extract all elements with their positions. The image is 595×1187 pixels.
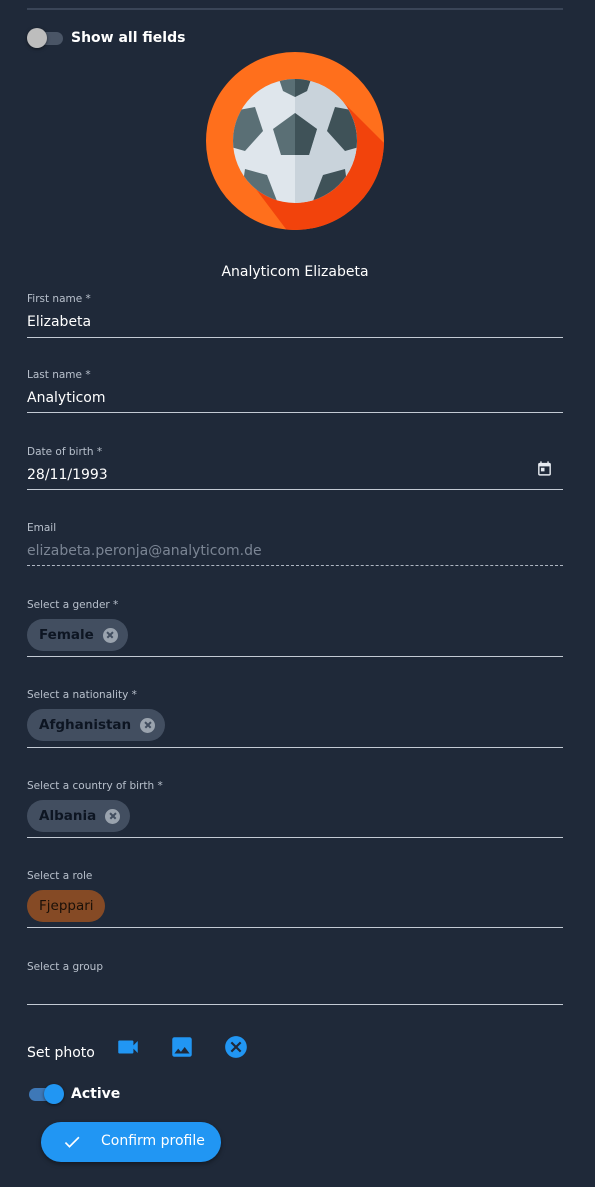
email-label: Email (27, 522, 57, 534)
date-of-birth-label: Date of birth * (27, 446, 103, 458)
last-name-label: Last name * (27, 369, 91, 381)
last-name-underline (27, 412, 563, 413)
email-field: Email elizabeta.peronja@analyticom.de (27, 522, 563, 568)
profile-display-name: Analyticom Elizabeta (221, 264, 369, 280)
role-chip[interactable]: Fjeppari (27, 890, 105, 922)
date-of-birth-underline (27, 489, 563, 490)
first-name-value[interactable]: Elizabeta (27, 314, 91, 330)
country-of-birth-chip[interactable]: Albania (27, 800, 131, 832)
active-toggle-row: Active (27, 1084, 120, 1104)
remove-chip-icon[interactable] (140, 717, 156, 733)
confirm-profile-button[interactable]: Confirm profile (41, 1122, 221, 1162)
clear-icon[interactable] (223, 1034, 249, 1060)
email-underline (27, 565, 563, 566)
gender-select[interactable]: Select a gender * Female (27, 599, 563, 659)
first-name-label: First name * (27, 293, 91, 305)
calendar-icon[interactable] (536, 460, 553, 477)
confirm-profile-label: Confirm profile (101, 1133, 205, 1149)
switch-thumb (27, 28, 47, 48)
role-select[interactable]: Select a role Fjeppari (27, 870, 563, 930)
top-divider (27, 8, 563, 10)
nationality-label: Select a nationality * (27, 689, 137, 701)
remove-chip-icon[interactable] (102, 627, 118, 643)
gender-chip-label: Female (39, 627, 94, 643)
nationality-chip[interactable]: Afghanistan (27, 709, 166, 741)
check-icon (64, 1136, 80, 1148)
show-all-fields-toggle-row: Show all fields (27, 28, 185, 48)
country-of-birth-select[interactable]: Select a country of birth * Albania (27, 780, 563, 840)
role-underline (27, 927, 563, 928)
gender-underline (27, 656, 563, 657)
active-switch[interactable] (27, 1084, 64, 1104)
country-of-birth-label: Select a country of birth * (27, 780, 163, 792)
date-of-birth-value[interactable]: 28/11/1993 (27, 467, 108, 483)
group-label: Select a group (27, 961, 103, 973)
set-photo-row: Set photo (27, 1034, 327, 1070)
role-chip-label: Fjeppari (39, 898, 94, 914)
date-of-birth-field[interactable]: Date of birth * 28/11/1993 (27, 446, 563, 492)
first-name-field[interactable]: First name * Elizabeta (27, 293, 563, 339)
set-photo-label: Set photo (27, 1045, 95, 1061)
country-of-birth-chip-label: Albania (39, 808, 97, 824)
video-camera-icon[interactable] (115, 1034, 141, 1060)
show-all-fields-switch[interactable] (27, 28, 64, 48)
last-name-value[interactable]: Analyticom (27, 390, 105, 406)
nationality-chip-label: Afghanistan (39, 717, 132, 733)
avatar[interactable] (205, 51, 385, 231)
last-name-field[interactable]: Last name * Analyticom (27, 369, 563, 415)
group-underline (27, 1004, 563, 1005)
show-all-fields-label: Show all fields (71, 30, 186, 46)
active-label: Active (71, 1086, 121, 1102)
gender-chip[interactable]: Female (27, 619, 128, 651)
role-label: Select a role (27, 870, 93, 882)
group-select[interactable]: Select a group (27, 961, 563, 1007)
first-name-underline (27, 337, 563, 338)
switch-thumb (44, 1084, 64, 1104)
country-of-birth-underline (27, 837, 563, 838)
image-icon[interactable] (169, 1034, 195, 1060)
nationality-underline (27, 747, 563, 748)
nationality-select[interactable]: Select a nationality * Afghanistan (27, 689, 563, 749)
gender-label: Select a gender * (27, 599, 119, 611)
soccer-ball-icon (206, 52, 384, 230)
email-value: elizabeta.peronja@analyticom.de (27, 543, 262, 559)
remove-chip-icon[interactable] (105, 808, 121, 824)
